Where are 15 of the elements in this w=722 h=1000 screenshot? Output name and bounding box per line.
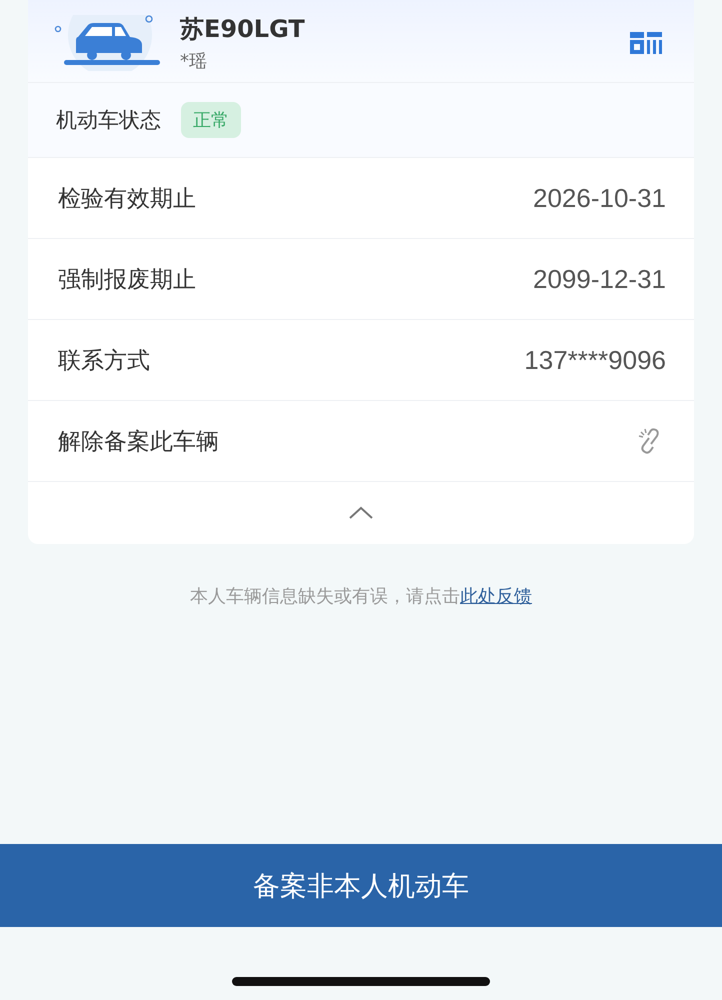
row-label: 强制报废期止: [58, 266, 196, 294]
collapse-icon[interactable]: [348, 506, 374, 520]
plate-number: 苏E90LGT: [180, 14, 306, 45]
row-label: 联系方式: [58, 346, 150, 376]
row-value: 137****9096: [524, 344, 666, 376]
feedback-text: 本人车辆信息缺失或有误，请点击: [190, 586, 460, 607]
row-value: 2026-10-31: [533, 182, 666, 214]
feedback-link[interactable]: 此处反馈: [460, 586, 532, 607]
status-label: 机动车状态: [56, 107, 161, 134]
status-badge: 正常: [181, 102, 241, 138]
row-label: 检验有效期止: [58, 184, 196, 214]
owner-name: *瑶: [180, 50, 208, 73]
row-value: 2099-12-31: [533, 264, 666, 294]
register-button[interactable]: 备案非本人机动车: [0, 844, 722, 927]
row-label: 解除备案此车辆: [58, 428, 219, 456]
